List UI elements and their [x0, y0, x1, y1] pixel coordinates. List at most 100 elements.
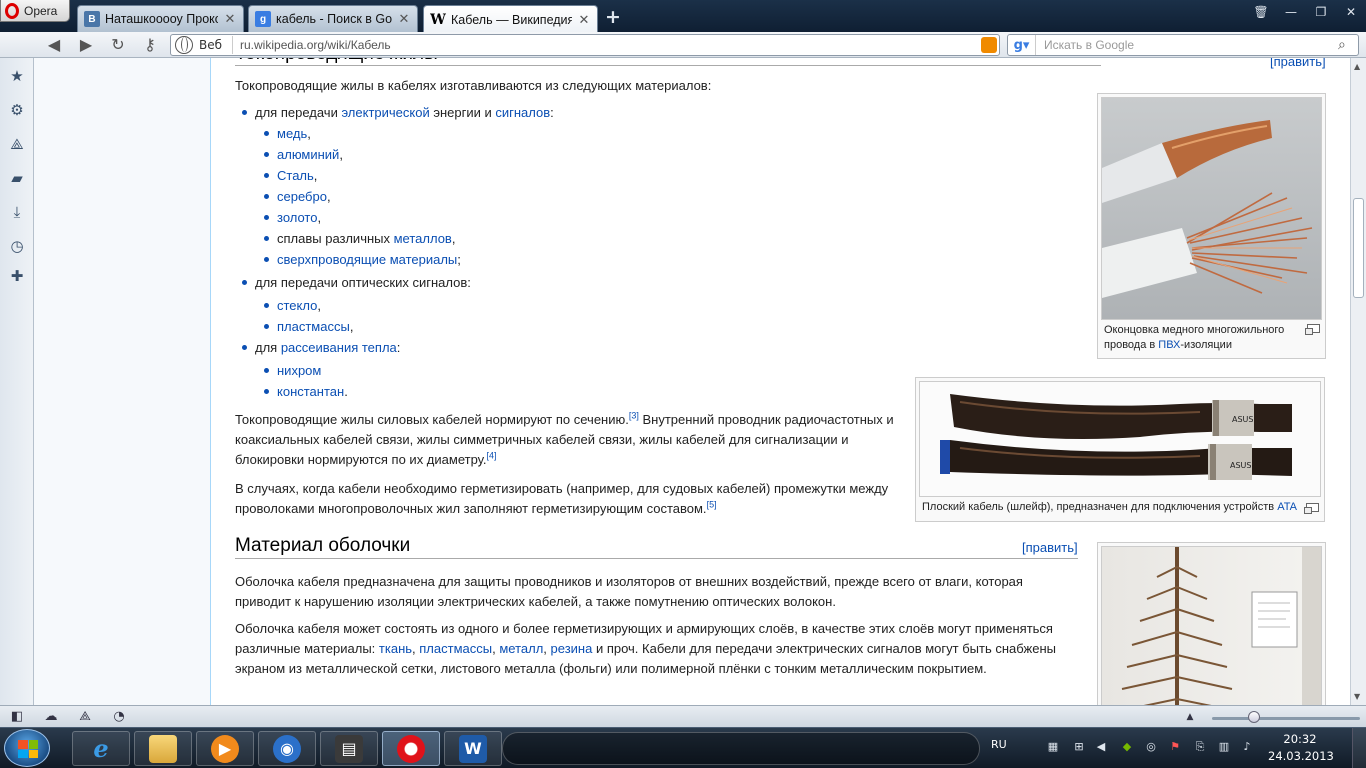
minimize-button[interactable]: —	[1276, 2, 1306, 22]
tab-vk[interactable]: B Наташкооооу Прокопь... ✕	[77, 5, 244, 32]
search-field[interactable]: g▾ Искать в Google ⌕	[1007, 34, 1359, 56]
link-ata[interactable]: ATA	[1277, 501, 1297, 513]
back-button[interactable]: ◀	[43, 35, 65, 55]
ref-3[interactable]: [3]	[629, 411, 639, 421]
cable-tree-image[interactable]	[1101, 546, 1322, 705]
zoom-slider[interactable]	[1212, 717, 1360, 720]
link-silver[interactable]: серебро	[277, 189, 327, 204]
link-constantan[interactable]: константан	[277, 384, 344, 399]
tray-usb-icon[interactable]: ⎘	[1193, 740, 1207, 754]
list-item: для передачи электрической энергии и сиг…	[242, 102, 895, 123]
link-superconductors[interactable]: сверхпроводящие материалы	[277, 252, 457, 267]
tray-keyboard-icon[interactable]: ▦	[1046, 740, 1060, 754]
taskbar-word-button[interactable]: W	[444, 731, 502, 766]
taskbar-ie-button[interactable]: e	[72, 731, 130, 766]
tray-action-center-icon[interactable]: ⚑	[1168, 740, 1182, 754]
tab-wikipedia[interactable]: W Кабель — Википедия ✕	[423, 5, 598, 33]
taskbar-video-button[interactable]: ▤	[320, 731, 378, 766]
zoom-view-icon[interactable]: ▲	[1182, 709, 1198, 725]
rss-icon[interactable]	[981, 37, 997, 53]
vertical-scrollbar[interactable]: ▲ ▼	[1350, 58, 1366, 705]
tab-bar: Opera B Наташкооооу Прокопь... ✕ g кабел…	[0, 0, 1366, 33]
opera-sidebar: ★ ⚙ ⟁ ▰ ⤓ ◷ ✚	[0, 58, 34, 705]
new-tab-button[interactable]: +	[603, 7, 623, 27]
tray-app-icon[interactable]: ◎	[1144, 740, 1158, 754]
unite-status-icon[interactable]: ⟁	[77, 709, 93, 725]
edit-link-top[interactable]: [править]	[1270, 58, 1326, 72]
link-heat-dissipation[interactable]: рассеивания тепла	[281, 340, 397, 355]
list-item: серебро,	[255, 186, 895, 207]
close-window-button[interactable]: ✕	[1336, 2, 1366, 22]
ribbon-cable-image[interactable]: ASUS ASUS	[919, 381, 1321, 497]
address-field[interactable]: Веб ru.wikipedia.org/wiki/Кабель	[170, 34, 1000, 56]
ref-4[interactable]: [4]	[486, 451, 496, 461]
panel-toggle-icon[interactable]: ◧	[9, 709, 25, 725]
thumbnail-cable-tree	[1097, 542, 1326, 705]
link-metals[interactable]: металлов	[394, 231, 452, 246]
tray-speaker-icon[interactable]: ♪	[1240, 740, 1254, 754]
tray-network-icon[interactable]: ⊞	[1072, 740, 1086, 754]
taskbar-opera-button[interactable]	[382, 731, 440, 766]
list-item: сплавы различных металлов,	[255, 228, 895, 249]
turbo-icon[interactable]: ◔	[111, 709, 127, 725]
edit-link-sheath[interactable]: [править]	[1022, 538, 1078, 558]
tab-trash-icon[interactable]: 🗑	[1246, 2, 1276, 22]
link-fabric[interactable]: ткань	[379, 641, 412, 656]
link-glass[interactable]: стекло	[277, 298, 317, 313]
reload-button[interactable]: ↻	[107, 35, 129, 55]
scroll-up-arrow-icon[interactable]: ▲	[1354, 62, 1360, 71]
close-icon[interactable]: ✕	[223, 11, 237, 27]
notes-icon[interactable]: ▰	[9, 170, 25, 186]
link-plastics-2[interactable]: пластмассы	[419, 641, 492, 656]
taskbar-wmp-button[interactable]: ◉	[258, 731, 316, 766]
opera-link-cloud-icon[interactable]: ☁	[43, 709, 59, 725]
link-steel[interactable]: Сталь	[277, 168, 314, 183]
search-icon[interactable]: ⌕	[1338, 37, 1358, 53]
show-desktop-button[interactable]	[1352, 728, 1366, 768]
link-pvc[interactable]: ПВХ	[1158, 339, 1180, 351]
close-icon[interactable]: ✕	[577, 12, 591, 28]
wand-key-icon[interactable]: ⚷	[139, 35, 161, 55]
bookmarks-star-icon[interactable]: ★	[9, 68, 25, 84]
google-icon: g	[255, 11, 271, 27]
tab-label: Наташкооооу Прокопь...	[105, 12, 218, 26]
ref-5[interactable]: [5]	[707, 500, 717, 510]
clock-time: 20:32	[1283, 732, 1317, 746]
unite-icon[interactable]: ⟁	[9, 136, 25, 152]
scroll-thumb[interactable]	[1353, 198, 1364, 298]
link-plastics[interactable]: пластмассы	[277, 319, 350, 334]
downloads-icon[interactable]: ⤓	[9, 204, 25, 220]
link-metal[interactable]: металл	[499, 641, 543, 656]
google-search-icon[interactable]: g▾	[1008, 35, 1036, 55]
zoom-slider-knob[interactable]	[1248, 711, 1260, 723]
history-clock-icon[interactable]: ◷	[9, 238, 25, 254]
enlarge-icon[interactable]	[1305, 324, 1320, 335]
tab-google[interactable]: g кабель - Поиск в Goo... ✕	[248, 5, 418, 32]
add-panel-icon[interactable]: ✚	[9, 268, 25, 284]
link-gold[interactable]: золото	[277, 210, 317, 225]
tray-volume-icon[interactable]: ◀	[1094, 740, 1108, 754]
link-aluminium[interactable]: алюминий	[277, 147, 339, 162]
taskbar-explorer-button[interactable]	[134, 731, 192, 766]
forward-button[interactable]: ▶	[75, 35, 97, 55]
close-icon[interactable]: ✕	[397, 11, 411, 27]
url-text[interactable]: ru.wikipedia.org/wiki/Кабель	[240, 38, 391, 52]
copper-wire-image[interactable]	[1101, 97, 1322, 320]
link-rubber[interactable]: резина	[551, 641, 593, 656]
tray-nvidia-icon[interactable]: ◆	[1120, 740, 1134, 754]
link-electric[interactable]: электрической	[341, 105, 429, 120]
link-signals[interactable]: сигналов	[495, 105, 550, 120]
maximize-button[interactable]: ❐	[1306, 2, 1336, 22]
tab-label: кабель - Поиск в Goo...	[276, 12, 392, 26]
enlarge-icon[interactable]	[1304, 503, 1319, 514]
system-clock[interactable]: 20:32 24.03.2013	[1268, 731, 1334, 765]
scroll-down-arrow-icon[interactable]: ▼	[1354, 692, 1360, 701]
link-copper[interactable]: медь	[277, 126, 307, 141]
taskbar-media-player-button[interactable]: ▶	[196, 731, 254, 766]
start-button[interactable]	[4, 729, 50, 767]
opera-menu-button[interactable]: Opera	[0, 0, 70, 22]
link-nichrome[interactable]: нихром	[277, 363, 321, 378]
settings-gear-icon[interactable]: ⚙	[9, 102, 25, 118]
input-language[interactable]: RU	[991, 738, 1007, 751]
tray-signal-icon[interactable]: ▥	[1217, 740, 1231, 754]
